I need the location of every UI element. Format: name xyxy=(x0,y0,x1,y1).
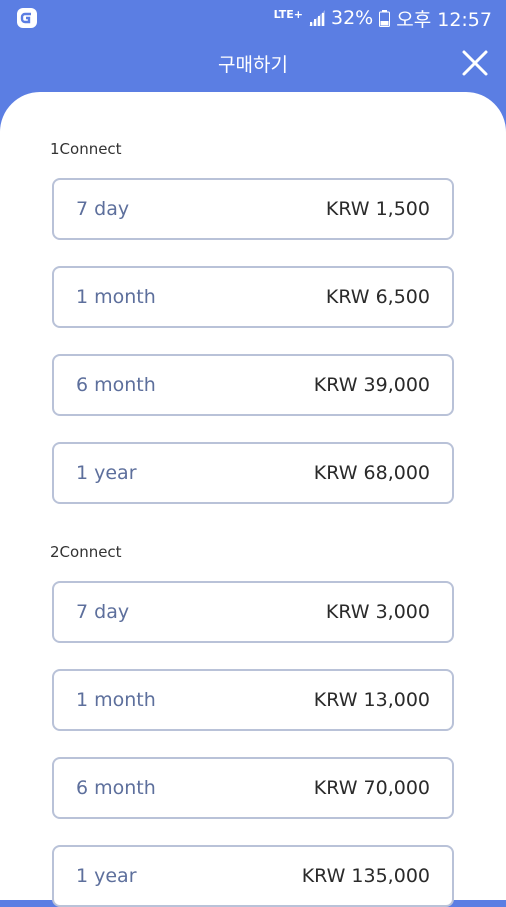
app-logo-icon xyxy=(17,8,37,28)
plan-option-1connect-6month[interactable]: 6 month KRW 39,000 xyxy=(52,354,454,416)
plan-period: 1 month xyxy=(76,286,156,308)
plan-period: 6 month xyxy=(76,374,156,396)
section-label-2connect: 2Connect xyxy=(50,543,122,561)
header: 구매하기 xyxy=(0,36,506,92)
battery-icon xyxy=(379,9,391,27)
clock: 오후 12:57 xyxy=(396,8,492,31)
plan-period: 1 year xyxy=(76,865,137,887)
status-right: LTE+ 32% 오후 12:57 xyxy=(274,5,492,31)
plan-option-1connect-7day[interactable]: 7 day KRW 1,500 xyxy=(52,178,454,240)
plan-period: 7 day xyxy=(76,601,130,623)
plan-option-2connect-6month[interactable]: 6 month KRW 70,000 xyxy=(52,757,454,819)
plan-option-2connect-7day[interactable]: 7 day KRW 3,000 xyxy=(52,581,454,643)
signal-icon xyxy=(309,10,325,26)
plan-price: KRW 135,000 xyxy=(301,865,430,887)
plan-price: KRW 1,500 xyxy=(325,198,430,220)
status-bar: LTE+ 32% 오후 12:57 xyxy=(0,0,506,36)
plan-price: KRW 70,000 xyxy=(313,777,430,799)
plan-price: KRW 13,000 xyxy=(313,689,430,711)
plan-option-1connect-1month[interactable]: 1 month KRW 6,500 xyxy=(52,266,454,328)
plan-period: 1 month xyxy=(76,689,156,711)
plan-price: KRW 39,000 xyxy=(313,374,430,396)
plan-option-2connect-1year[interactable]: 1 year KRW 135,000 xyxy=(52,845,454,907)
plan-price: KRW 3,000 xyxy=(325,601,430,623)
plan-option-2connect-1month[interactable]: 1 month KRW 13,000 xyxy=(52,669,454,731)
plan-period: 1 year xyxy=(76,462,137,484)
network-type: LTE+ xyxy=(273,7,303,21)
plan-period: 7 day xyxy=(76,198,130,220)
section-label-1connect: 1Connect xyxy=(50,140,122,158)
plan-price: KRW 6,500 xyxy=(325,286,430,308)
plan-option-1connect-1year[interactable]: 1 year KRW 68,000 xyxy=(52,442,454,504)
close-icon[interactable] xyxy=(460,48,490,78)
battery-percent: 32% xyxy=(331,7,374,29)
purchase-sheet: 1Connect 7 day KRW 1,500 1 month KRW 6,5… xyxy=(0,92,506,907)
plan-price: KRW 68,000 xyxy=(313,462,430,484)
plan-period: 6 month xyxy=(76,777,156,799)
page-title: 구매하기 xyxy=(218,54,288,76)
